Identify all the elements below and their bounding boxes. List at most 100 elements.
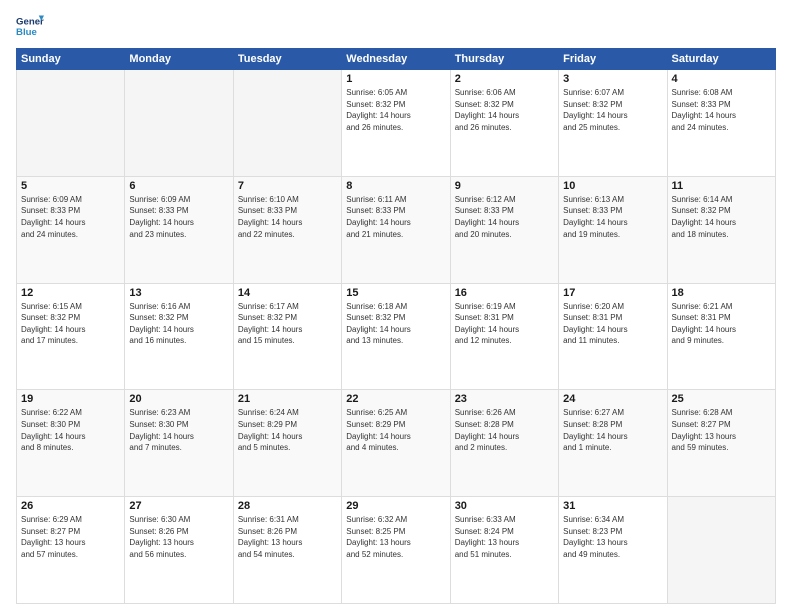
day-number: 20 (129, 393, 228, 405)
calendar-week-4: 19 Sunrise: 6:22 AM Sunset: 8:30 PM Dayli… (17, 390, 776, 497)
calendar-cell: 11 Sunrise: 6:14 AM Sunset: 8:32 PM Dayli… (667, 176, 775, 283)
day-info: Sunrise: 6:07 AM Sunset: 8:32 PM Dayligh… (563, 87, 662, 133)
calendar-cell: 3 Sunrise: 6:07 AM Sunset: 8:32 PM Daylig… (559, 70, 667, 177)
calendar-cell: 8Sunrise: 6:11 AM Sunset: 8:33 PM Daylig… (342, 176, 450, 283)
weekday-header-sunday: Sunday (17, 49, 125, 70)
day-number: 2 (455, 73, 554, 85)
calendar-week-5: 26 Sunrise: 6:29 AM Sunset: 8:27 PM Dayli… (17, 497, 776, 604)
calendar-cell: 2 Sunrise: 6:06 AM Sunset: 8:32 PM Daylig… (450, 70, 558, 177)
calendar-cell: 16Sunrise: 6:19 AM Sunset: 8:31 PM Dayli… (450, 283, 558, 390)
day-number: 14 (238, 287, 337, 299)
calendar-cell: 13 Sunrise: 6:16 AM Sunset: 8:32 PM Dayli… (125, 283, 233, 390)
page: General Blue SundayMondayTuesdayWednesda… (0, 0, 792, 612)
day-number: 30 (455, 500, 554, 512)
logo-icon: General Blue (16, 12, 44, 40)
calendar-cell (17, 70, 125, 177)
day-number: 8 (346, 180, 445, 192)
calendar-cell: 4Sunrise: 6:08 AM Sunset: 8:33 PM Daylig… (667, 70, 775, 177)
day-info: Sunrise: 6:20 AM Sunset: 8:31 PM Dayligh… (563, 301, 662, 347)
day-info: Sunrise: 6:33 AM Sunset: 8:24 PM Dayligh… (455, 514, 554, 560)
day-number: 26 (21, 500, 120, 512)
day-info: Sunrise: 6:25 AM Sunset: 8:29 PM Dayligh… (346, 407, 445, 453)
day-number: 19 (21, 393, 120, 405)
day-info: Sunrise: 6:13 AM Sunset: 8:33 PM Dayligh… (563, 194, 662, 240)
day-number: 28 (238, 500, 337, 512)
day-number: 4 (672, 73, 771, 85)
calendar-cell (125, 70, 233, 177)
calendar-cell (667, 497, 775, 604)
calendar-week-2: 5 Sunrise: 6:09 AM Sunset: 8:33 PM Daylig… (17, 176, 776, 283)
calendar-cell: 24Sunrise: 6:27 AM Sunset: 8:28 PM Dayli… (559, 390, 667, 497)
day-info: Sunrise: 6:09 AM Sunset: 8:33 PM Dayligh… (21, 194, 120, 240)
day-info: Sunrise: 6:18 AM Sunset: 8:32 PM Dayligh… (346, 301, 445, 347)
calendar-week-3: 12 Sunrise: 6:15 AM Sunset: 8:32 PM Dayli… (17, 283, 776, 390)
calendar-cell: 9 Sunrise: 6:12 AM Sunset: 8:33 PM Daylig… (450, 176, 558, 283)
day-info: Sunrise: 6:26 AM Sunset: 8:28 PM Dayligh… (455, 407, 554, 453)
day-info: Sunrise: 6:15 AM Sunset: 8:32 PM Dayligh… (21, 301, 120, 347)
calendar-cell: 10 Sunrise: 6:13 AM Sunset: 8:33 PM Dayli… (559, 176, 667, 283)
day-info: Sunrise: 6:16 AM Sunset: 8:32 PM Dayligh… (129, 301, 228, 347)
day-info: Sunrise: 6:14 AM Sunset: 8:32 PM Dayligh… (672, 194, 771, 240)
calendar-cell: 17 Sunrise: 6:20 AM Sunset: 8:31 PM Dayli… (559, 283, 667, 390)
calendar-cell: 21 Sunrise: 6:24 AM Sunset: 8:29 PM Dayli… (233, 390, 341, 497)
day-number: 5 (21, 180, 120, 192)
day-info: Sunrise: 6:09 AM Sunset: 8:33 PM Dayligh… (129, 194, 228, 240)
day-number: 12 (21, 287, 120, 299)
calendar-cell: 18Sunrise: 6:21 AM Sunset: 8:31 PM Dayli… (667, 283, 775, 390)
weekday-header-saturday: Saturday (667, 49, 775, 70)
day-info: Sunrise: 6:17 AM Sunset: 8:32 PM Dayligh… (238, 301, 337, 347)
day-info: Sunrise: 6:12 AM Sunset: 8:33 PM Dayligh… (455, 194, 554, 240)
day-info: Sunrise: 6:22 AM Sunset: 8:30 PM Dayligh… (21, 407, 120, 453)
calendar-cell: 1Sunrise: 6:05 AM Sunset: 8:32 PM Daylig… (342, 70, 450, 177)
day-number: 3 (563, 73, 662, 85)
calendar-cell: 22 Sunrise: 6:25 AM Sunset: 8:29 PM Dayli… (342, 390, 450, 497)
day-info: Sunrise: 6:10 AM Sunset: 8:33 PM Dayligh… (238, 194, 337, 240)
calendar-cell: 30 Sunrise: 6:33 AM Sunset: 8:24 PM Dayli… (450, 497, 558, 604)
day-number: 10 (563, 180, 662, 192)
day-number: 11 (672, 180, 771, 192)
calendar-cell: 27Sunrise: 6:30 AM Sunset: 8:26 PM Dayli… (125, 497, 233, 604)
svg-text:Blue: Blue (16, 27, 37, 38)
day-number: 15 (346, 287, 445, 299)
day-info: Sunrise: 6:06 AM Sunset: 8:32 PM Dayligh… (455, 87, 554, 133)
calendar-cell: 31Sunrise: 6:34 AM Sunset: 8:23 PM Dayli… (559, 497, 667, 604)
calendar-cell: 26 Sunrise: 6:29 AM Sunset: 8:27 PM Dayli… (17, 497, 125, 604)
calendar-cell: 23 Sunrise: 6:26 AM Sunset: 8:28 PM Dayli… (450, 390, 558, 497)
calendar-cell: 14 Sunrise: 6:17 AM Sunset: 8:32 PM Dayli… (233, 283, 341, 390)
weekday-header-row: SundayMondayTuesdayWednesdayThursdayFrid… (17, 49, 776, 70)
calendar-cell: 7 Sunrise: 6:10 AM Sunset: 8:33 PM Daylig… (233, 176, 341, 283)
weekday-header-thursday: Thursday (450, 49, 558, 70)
day-info: Sunrise: 6:29 AM Sunset: 8:27 PM Dayligh… (21, 514, 120, 560)
day-number: 17 (563, 287, 662, 299)
calendar-cell: 29 Sunrise: 6:32 AM Sunset: 8:25 PM Dayli… (342, 497, 450, 604)
day-number: 29 (346, 500, 445, 512)
calendar-cell: 15 Sunrise: 6:18 AM Sunset: 8:32 PM Dayli… (342, 283, 450, 390)
calendar-cell: 25Sunrise: 6:28 AM Sunset: 8:27 PM Dayli… (667, 390, 775, 497)
day-number: 21 (238, 393, 337, 405)
day-number: 9 (455, 180, 554, 192)
day-number: 18 (672, 287, 771, 299)
calendar-table: SundayMondayTuesdayWednesdayThursdayFrid… (16, 48, 776, 604)
day-info: Sunrise: 6:24 AM Sunset: 8:29 PM Dayligh… (238, 407, 337, 453)
weekday-header-friday: Friday (559, 49, 667, 70)
calendar-week-1: 1Sunrise: 6:05 AM Sunset: 8:32 PM Daylig… (17, 70, 776, 177)
day-number: 22 (346, 393, 445, 405)
calendar-cell: 6 Sunrise: 6:09 AM Sunset: 8:33 PM Daylig… (125, 176, 233, 283)
header: General Blue (16, 12, 776, 40)
day-number: 1 (346, 73, 445, 85)
day-info: Sunrise: 6:31 AM Sunset: 8:26 PM Dayligh… (238, 514, 337, 560)
day-number: 23 (455, 393, 554, 405)
day-info: Sunrise: 6:27 AM Sunset: 8:28 PM Dayligh… (563, 407, 662, 453)
logo: General Blue (16, 12, 48, 40)
day-info: Sunrise: 6:28 AM Sunset: 8:27 PM Dayligh… (672, 407, 771, 453)
svg-text:General: General (16, 16, 44, 27)
weekday-header-tuesday: Tuesday (233, 49, 341, 70)
weekday-header-wednesday: Wednesday (342, 49, 450, 70)
day-info: Sunrise: 6:32 AM Sunset: 8:25 PM Dayligh… (346, 514, 445, 560)
day-number: 7 (238, 180, 337, 192)
day-number: 13 (129, 287, 228, 299)
day-info: Sunrise: 6:30 AM Sunset: 8:26 PM Dayligh… (129, 514, 228, 560)
calendar-cell: 20Sunrise: 6:23 AM Sunset: 8:30 PM Dayli… (125, 390, 233, 497)
calendar-cell (233, 70, 341, 177)
day-number: 6 (129, 180, 228, 192)
